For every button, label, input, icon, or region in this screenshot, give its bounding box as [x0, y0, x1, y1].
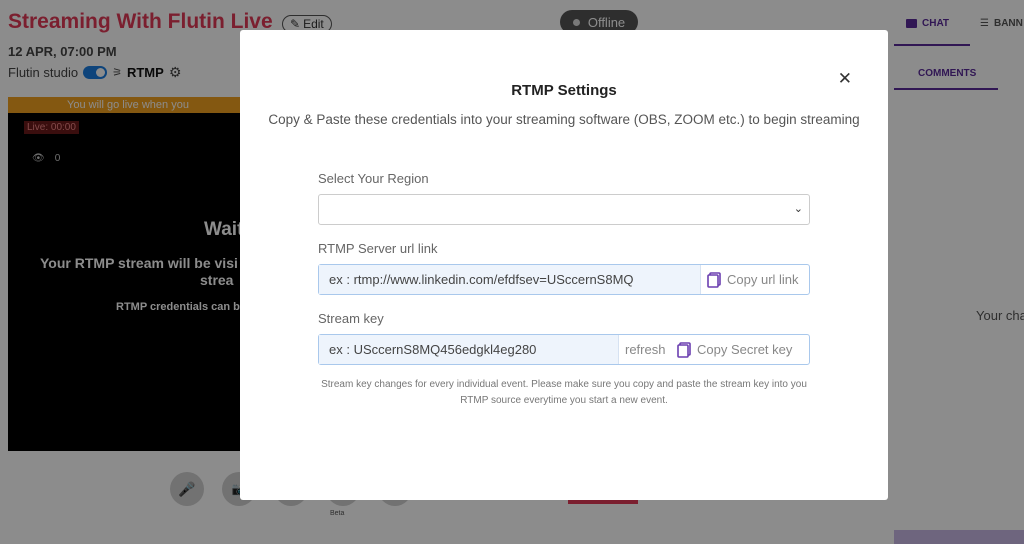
copy-key-button[interactable]: Copy Secret key — [673, 335, 792, 364]
stream-key-field: ex : USccernS8MQ456edgkl4eg280 refresh C… — [318, 334, 810, 365]
region-select[interactable]: ⌄ — [318, 194, 810, 225]
rtmp-settings-modal: ✕ RTMP Settings Copy & Paste these crede… — [240, 30, 888, 500]
modal-title: RTMP Settings — [511, 82, 617, 99]
region-label: Select Your Region — [318, 171, 429, 186]
server-url-field: ex : rtmp://www.linkedin.com/efdfsev=USc… — [318, 264, 810, 295]
copy-key-label: Copy Secret key — [697, 342, 793, 357]
stream-key-input[interactable]: ex : USccernS8MQ456edgkl4eg280 — [319, 335, 619, 364]
page: Streaming With Flutin Live ✎ Edit Offlin… — [0, 0, 1024, 544]
copy-icon — [677, 341, 691, 358]
stream-key-note: Stream key changes for every individual … — [321, 379, 807, 406]
server-url-input[interactable]: ex : rtmp://www.linkedin.com/efdfsev=USc… — [319, 265, 701, 294]
copy-url-button[interactable]: Copy url link — [701, 265, 799, 294]
modal-subtitle: Copy & Paste these credentials into your… — [268, 112, 860, 127]
refresh-button[interactable]: refresh — [619, 335, 673, 364]
server-url-label: RTMP Server url link — [318, 241, 438, 256]
stream-key-label: Stream key — [318, 311, 384, 326]
copy-url-label: Copy url link — [727, 272, 799, 287]
copy-icon — [707, 271, 721, 288]
chevron-down-icon: ⌄ — [793, 203, 803, 215]
